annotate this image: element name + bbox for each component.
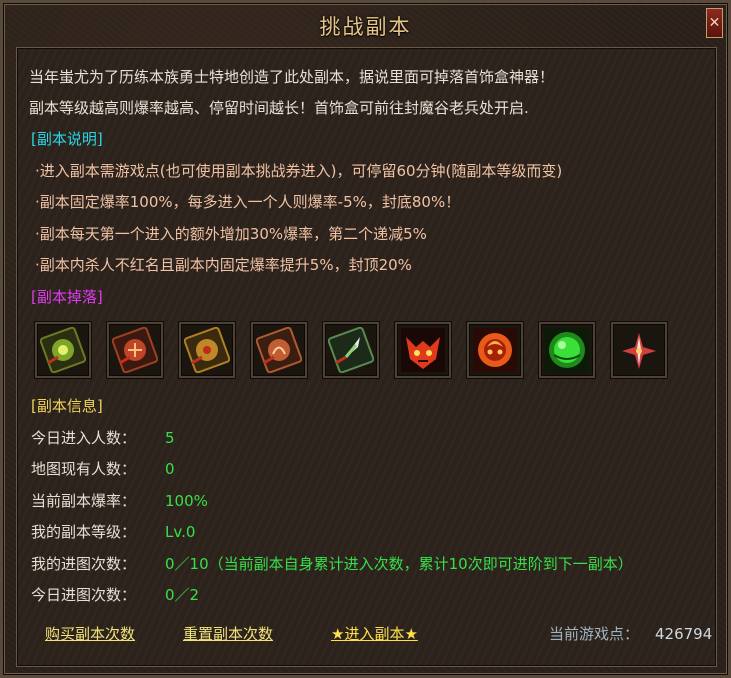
info-label: 地图现有人数： [31, 460, 137, 478]
game-points-label: 当前游戏点： [549, 625, 640, 643]
green-blade-scroll-icon [328, 327, 374, 373]
info-label: 我的进图次数： [31, 555, 137, 573]
gold-rune-scroll-icon [184, 327, 230, 373]
buy-attempts-link[interactable]: 购买副本次数 [45, 624, 135, 644]
info-label: 今日进入人数： [31, 429, 137, 447]
info-label: 当前副本爆率： [31, 492, 137, 510]
info-value: 5 [165, 429, 175, 447]
red-rune-scroll-icon [112, 327, 158, 373]
drop-slot[interactable] [107, 322, 163, 378]
info-value: 0 [165, 460, 175, 478]
rule-line-3: ·副本每天第一个进入的额外增加30%爆率，第二个递减5% [35, 225, 427, 243]
drop-slot[interactable] [539, 322, 595, 378]
rule-line-1: ·进入副本需游戏点(也可使用副本挑战券进入)，可停留60分钟(随副本等级而变) [35, 162, 563, 180]
content-panel: 当年蚩尤为了历练本族勇士特地创造了此处副本，据说里面可掉落首饰盒神器！ 副本等级… [16, 47, 717, 667]
close-button[interactable]: ✕ [706, 8, 723, 38]
drop-slot[interactable] [179, 322, 235, 378]
info-value: Lv.0 [165, 523, 196, 541]
drop-slot[interactable] [611, 322, 667, 378]
demon-face-icon [401, 328, 445, 372]
drop-slot[interactable] [467, 322, 523, 378]
game-points-value: 426794 [655, 625, 713, 643]
info-label: 我的副本等级： [31, 523, 137, 541]
title-bar[interactable]: 挑战副本 [3, 3, 728, 45]
enter-dungeon-link[interactable]: ★进入副本★ [331, 624, 418, 644]
drop-slot[interactable] [323, 322, 379, 378]
rule-line-2: ·副本固定爆率100%，每多进入一个人则爆率-5%，封底80%！ [35, 193, 461, 211]
section-header-drops: [副本掉落] [31, 288, 103, 306]
rule-line-4: ·副本内杀人不红名且副本内固定爆率提升5%，封顶20% [35, 256, 412, 274]
intro-line-2: 副本等级越高则爆率越高、停留时间越长！首饰盒可前往封魔谷老兵处开启. [29, 99, 529, 117]
info-value: 0／10（当前副本自身累计进入次数，累计10次即可进阶到下一副本） [165, 555, 633, 573]
dungeon-challenge-window: 挑战副本 ✕ 当年蚩尤为了历练本族勇士特地创造了此处副本，据说里面可掉落首饰盒神… [0, 0, 731, 678]
info-value: 0／2 [165, 586, 200, 604]
intro-line-1: 当年蚩尤为了历练本族勇士特地创造了此处副本，据说里面可掉落首饰盒神器！ [29, 68, 555, 86]
section-header-description: [副本说明] [31, 130, 103, 148]
drop-slot[interactable] [395, 322, 451, 378]
window-title: 挑战副本 [319, 15, 412, 39]
orange-rune-scroll-icon [256, 327, 302, 373]
drop-slot[interactable] [251, 322, 307, 378]
winged-dart-icon [622, 333, 656, 369]
green-rune-scroll-icon [40, 327, 86, 373]
flame-demon-icon [473, 328, 517, 372]
info-label: 今日进图次数： [31, 586, 137, 604]
green-orb-icon [545, 328, 589, 372]
info-value: 100% [165, 492, 208, 510]
reset-attempts-link[interactable]: 重置副本次数 [183, 624, 273, 644]
drop-slot[interactable] [35, 322, 91, 378]
section-header-info: [副本信息] [31, 397, 103, 415]
